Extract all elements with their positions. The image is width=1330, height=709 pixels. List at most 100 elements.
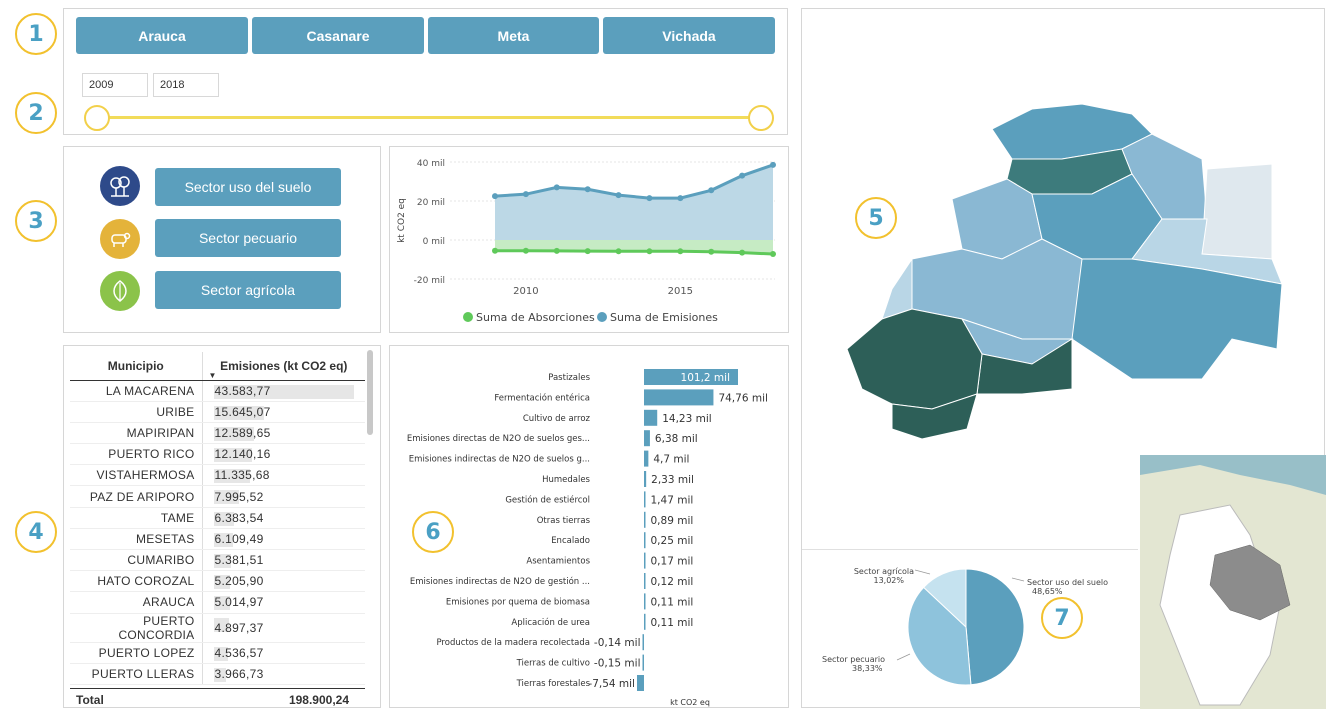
dept-button-casanare[interactable]: Casanare <box>252 17 424 54</box>
emisiones-cell: 12.140,16 <box>202 443 365 466</box>
municipio-name: PUERTO RICO <box>70 443 203 466</box>
emisiones-point <box>677 195 684 202</box>
badge-3: 3 <box>15 200 57 242</box>
y-axis-label: kt CO2 eq <box>397 198 407 243</box>
col-header-municipio[interactable]: Municipio <box>70 352 203 381</box>
sector-button-agricola[interactable]: Sector agrícola <box>155 271 341 309</box>
locator-map <box>1140 455 1326 709</box>
dept-button-meta[interactable]: Meta <box>428 17 599 54</box>
ytick-label: 20 mil <box>417 198 445 208</box>
dept-button-arauca[interactable]: Arauca <box>76 17 248 54</box>
emisiones-cell: 5.381,51 <box>202 549 365 572</box>
table-row[interactable]: PUERTO RICO 12.140,16 <box>70 443 365 466</box>
municipio-table: Municipio Emisiones (kt CO2 eq) ▼ LA MACA… <box>70 352 365 685</box>
municipio-name: PUERTO LOPEZ <box>70 642 203 664</box>
bar <box>644 389 714 406</box>
badge-6: 6 <box>412 511 454 553</box>
bar-value-label: 0,11 mil <box>651 617 694 629</box>
municipio-name: PUERTO CONCORDIA <box>70 613 203 643</box>
absorciones-line <box>495 249 774 256</box>
line-chart-panel: 40 mil 20 mil 0 mil -20 mil kt CO2 eq 2010 201… <box>389 146 789 333</box>
year-end-input[interactable]: 2018 <box>153 73 219 97</box>
absorciones-point <box>584 248 591 255</box>
emissions-area-chart: 40 mil 20 mil 0 mil -20 mil kt CO2 eq 2010 201… <box>397 159 776 324</box>
bar-value-label: 1,47 mil <box>651 494 694 506</box>
table-row[interactable]: MESETAS 6.109,49 <box>70 528 365 551</box>
table-row[interactable]: ARAUCA 5.014,97 <box>70 591 365 614</box>
badge-5: 5 <box>855 197 897 239</box>
emisiones-value: 43.583,77 <box>214 383 271 398</box>
municipio-name: LA MACARENA <box>70 380 203 402</box>
table-row[interactable]: LA MACARENA 43.583,77 <box>70 380 365 402</box>
table-row[interactable]: PUERTO CONCORDIA 4.897,37 <box>70 613 365 643</box>
bar-category-label: Asentamientos <box>526 557 590 567</box>
total-value: 198.900,24 <box>288 693 349 707</box>
emisiones-value: 3.966,73 <box>214 666 264 681</box>
bar-value-label: 101,2 mil <box>681 372 730 384</box>
table-scrollbar[interactable] <box>367 350 373 435</box>
year-slider-handle-end[interactable] <box>748 105 774 131</box>
municipio-name: TAME <box>70 507 203 529</box>
table-row[interactable]: TAME 6.383,54 <box>70 507 365 529</box>
bar <box>644 491 646 508</box>
emisiones-value: 5.014,97 <box>214 595 264 610</box>
legend-absorciones-marker <box>463 312 473 322</box>
pie-slice <box>965 568 1025 686</box>
emisiones-value: 5.381,51 <box>214 553 264 568</box>
emisiones-cell: 7.995,52 <box>202 485 365 508</box>
dept-button-vichada[interactable]: Vichada <box>603 17 775 54</box>
table-row[interactable]: CUMARIBO 5.381,51 <box>70 549 365 572</box>
emisiones-point <box>739 172 746 179</box>
bar-value-label: 0,17 mil <box>651 556 694 568</box>
sector-button-uso-suelo[interactable]: Sector uso del suelo <box>155 168 341 206</box>
bar-category-label: Otras tierras <box>537 516 591 526</box>
municipio-name: HATO COROZAL <box>70 570 203 593</box>
emisiones-cell: 6.383,54 <box>202 507 365 529</box>
emisiones-point <box>584 186 591 193</box>
year-slider-handle-start[interactable] <box>84 105 110 131</box>
table-row[interactable]: URIBE 15.645,07 <box>70 401 365 423</box>
year-start-input[interactable]: 2009 <box>82 73 148 97</box>
map-region-la-macarena[interactable] <box>846 308 983 410</box>
emisiones-cell: 11.335,68 <box>202 464 365 487</box>
ytick-label: -20 mil <box>414 276 445 286</box>
bar-category-label: Fermentación entérica <box>494 392 590 403</box>
absorciones-point <box>646 248 653 255</box>
map-region-vichada-far-east[interactable] <box>1201 163 1273 260</box>
bar-category-label: Emisiones indirectas de N2O de gestión .… <box>410 576 590 587</box>
year-slider-track[interactable] <box>97 116 761 119</box>
legend-emisiones-label: Suma de Emisiones <box>610 311 718 324</box>
emisiones-value: 5.205,90 <box>214 574 264 589</box>
emisiones-point <box>770 161 776 168</box>
bar-category-label: Aplicación de urea <box>511 617 590 628</box>
emisiones-value: 4.897,37 <box>214 620 264 635</box>
sector-pie-chart: Sector uso del suelo48,65% Sector pecuari… <box>822 567 1108 686</box>
bar <box>644 552 646 569</box>
ytick-label: 40 mil <box>417 159 445 169</box>
col-header-emisiones[interactable]: Emisiones (kt CO2 eq) ▼ <box>202 352 365 381</box>
table-row[interactable]: PUERTO LLERAS 3.966,73 <box>70 663 365 685</box>
bar-value-label: -0,14 mil <box>594 637 641 649</box>
pie-leader-line <box>914 569 931 575</box>
municipio-name: ARAUCA <box>70 591 203 614</box>
pie-percent-label: 48,65% <box>1032 587 1063 596</box>
table-row[interactable]: HATO COROZAL 5.205,90 <box>70 570 365 593</box>
badge-7: 7 <box>1041 597 1083 639</box>
bar <box>644 471 647 487</box>
table-row[interactable]: PAZ DE ARIPORO 7.995,52 <box>70 485 365 508</box>
sector-button-pecuario[interactable]: Sector pecuario <box>155 219 341 257</box>
table-row[interactable]: MAPIRIPAN 12.589,65 <box>70 422 365 445</box>
bar-category-label: Cultivo de arroz <box>523 414 591 424</box>
emisiones-area <box>495 164 773 240</box>
table-row[interactable]: PUERTO LOPEZ 4.536,57 <box>70 642 365 664</box>
municipio-name: URIBE <box>70 401 203 423</box>
total-label: Total <box>76 693 104 707</box>
municipio-name: PUERTO LLERAS <box>70 663 203 685</box>
emisiones-point <box>708 187 715 194</box>
emisiones-value: 12.140,16 <box>214 447 271 462</box>
municipio-name: CUMARIBO <box>70 549 203 572</box>
table-row[interactable]: VISTAHERMOSA 11.335,68 <box>70 464 365 487</box>
bar <box>644 450 649 467</box>
bar-category-label: Emisiones directas de N2O de suelos ges.… <box>407 434 590 444</box>
emisiones-value: 15.645,07 <box>214 404 271 419</box>
